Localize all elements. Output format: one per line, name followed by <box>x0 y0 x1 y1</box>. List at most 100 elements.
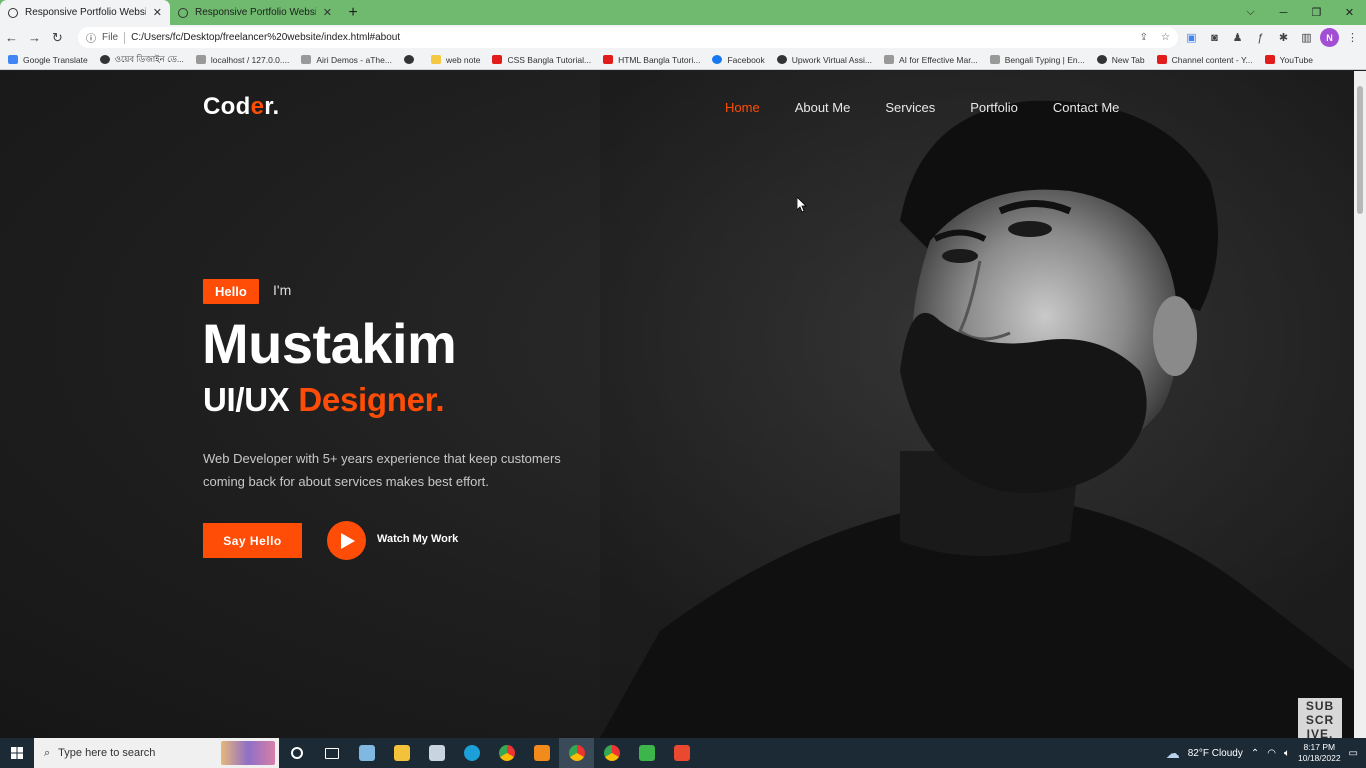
edge-browser-icon[interactable] <box>454 738 489 768</box>
chevron-up-icon[interactable]: ⌃ <box>1251 748 1259 759</box>
weather-text[interactable]: 82°F Cloudy <box>1188 748 1243 759</box>
bookmark-label: HTML Bangla Tutori... <box>618 54 701 65</box>
nav-contact[interactable]: Contact Me <box>1053 100 1119 115</box>
extensions-icon[interactable]: ✱ <box>1274 28 1293 47</box>
camera-extension-icon[interactable]: ◙ <box>1205 28 1224 47</box>
bookmark-label: Channel content - Y... <box>1171 54 1253 65</box>
volume-icon[interactable]: 🔈︎ <box>1284 748 1290 759</box>
bookmark-item[interactable]: Channel content - Y... <box>1156 54 1253 65</box>
k-icon <box>883 55 894 64</box>
close-icon[interactable]: ✕ <box>323 6 332 19</box>
new-tab-button[interactable]: + <box>340 0 366 25</box>
search-icon: ⌕ <box>44 746 51 759</box>
globe-icon <box>1096 55 1107 64</box>
browser-toolbar: ← → ↻ ⓘ File C:/Users/fc/Desktop/freelan… <box>0 25 1366 50</box>
notification-icon[interactable]: ▭ <box>1349 748 1358 759</box>
browser-tab-2[interactable]: Responsive Portfolio Website ✕ <box>170 0 340 25</box>
window-controls: ⌵ ─ ❐ ✕ <box>1234 0 1366 25</box>
page-scrollbar[interactable] <box>1354 71 1366 738</box>
restore-button[interactable]: ❐ <box>1300 0 1333 25</box>
bookmark-item[interactable]: Facebook <box>712 54 765 65</box>
photos-app-icon[interactable] <box>419 738 454 768</box>
close-window-button[interactable]: ✕ <box>1333 0 1366 25</box>
youtube-icon <box>1264 55 1275 64</box>
windows-taskbar: ⌕ Type here to search ☁ 82°F Cloudy ⌃ ◠ … <box>0 738 1366 768</box>
side-panel-icon[interactable]: ▥ <box>1297 28 1316 47</box>
globe-icon <box>776 55 787 64</box>
bookmark-item[interactable]: ওয়েব ডিজাইন ডে... <box>99 53 184 67</box>
translate-extension-icon[interactable]: ▣ <box>1182 28 1201 47</box>
bookmark-item[interactable]: New Tab <box>1096 55 1145 65</box>
hero-name: Mustakim <box>202 312 457 375</box>
bookmark-item[interactable]: Google Translate <box>8 55 88 65</box>
bookmark-item[interactable]: localhost / 127.0.0.... <box>195 55 289 65</box>
subscribe-line: SUB <box>1305 699 1335 713</box>
file-explorer-icon[interactable] <box>384 738 419 768</box>
minimize-button[interactable]: ─ <box>1267 0 1300 25</box>
bookmark-label: web note <box>445 54 481 65</box>
address-bar[interactable]: ⓘ File C:/Users/fc/Desktop/freelancer%20… <box>78 27 1178 48</box>
chrome-browser-icon[interactable] <box>489 738 524 768</box>
nav-about[interactable]: About Me <box>795 100 851 115</box>
clock-time: 8:17 PM <box>1303 742 1336 752</box>
share-icon[interactable]: ⇪ <box>1140 32 1148 43</box>
star-icon[interactable]: ☆ <box>1161 32 1170 43</box>
user-extension-icon[interactable]: ♟ <box>1228 28 1247 47</box>
back-button[interactable]: ← <box>0 25 23 50</box>
profile-avatar[interactable]: N <box>1320 28 1339 47</box>
site-logo[interactable]: Coder. <box>203 93 280 121</box>
bookmark-item[interactable]: Airi Demos - aThe... <box>301 55 392 65</box>
bookmark-label: AI for Effective Mar... <box>898 54 978 65</box>
nav-services[interactable]: Services <box>885 100 935 115</box>
toolbar-actions: ▣ ◙ ♟ ƒ ✱ ▥ N ⋮ <box>1182 25 1362 50</box>
info-icon[interactable]: ⓘ <box>86 30 96 45</box>
camtasia-red-icon[interactable] <box>664 738 699 768</box>
bookmark-icon <box>301 55 312 64</box>
tab-search-icon[interactable]: ⌵ <box>1234 0 1267 25</box>
nav-portfolio[interactable]: Portfolio <box>970 100 1018 115</box>
bookmark-item[interactable]: web note <box>430 54 481 65</box>
bookmark-item[interactable]: YouTube <box>1264 55 1313 65</box>
wifi-icon[interactable]: ◠ <box>1267 748 1276 759</box>
say-hello-button[interactable]: Say Hello <box>203 523 302 558</box>
watch-work-link[interactable]: Watch My Work <box>377 533 458 545</box>
bookmark-label: CSS Bangla Tutorial... <box>507 54 592 65</box>
bookmark-item[interactable]: Bengali Typing | En... <box>989 55 1085 65</box>
font-extension-icon[interactable]: ƒ <box>1251 28 1270 47</box>
intro-text: I'm <box>273 282 292 298</box>
task-view-icon[interactable] <box>314 738 349 768</box>
nav-home[interactable]: Home <box>725 100 760 115</box>
hero-role: UI/UX Designer. <box>203 381 445 419</box>
url-text[interactable]: C:/Users/fc/Desktop/freelancer%20website… <box>131 32 400 43</box>
cortana-icon[interactable] <box>279 738 314 768</box>
bookmark-item[interactable] <box>403 55 419 64</box>
browser-tab-1[interactable]: Responsive Portfolio Website ✕ <box>0 0 170 25</box>
chrome-profile-icon[interactable] <box>559 738 594 768</box>
clock-date: 10/18/2022 <box>1298 753 1341 763</box>
bookmark-label: Facebook <box>727 54 765 65</box>
translate-icon <box>8 55 18 64</box>
bookmark-item[interactable]: HTML Bangla Tutori... <box>603 55 700 65</box>
start-button[interactable] <box>0 738 34 768</box>
chrome-profile-2-icon[interactable] <box>594 738 629 768</box>
taskbar-search[interactable]: ⌕ Type here to search <box>34 738 279 768</box>
notepad-app-icon[interactable] <box>349 738 384 768</box>
menu-icon[interactable]: ⋮ <box>1343 28 1362 47</box>
sublime-text-icon[interactable] <box>524 738 559 768</box>
bookmark-item[interactable]: Upwork Virtual Assi... <box>776 55 872 65</box>
bookmark-item[interactable]: AI for Effective Mar... <box>883 54 978 65</box>
forward-button[interactable]: → <box>23 25 46 50</box>
bookmarks-bar: Google Translate ওয়েব ডিজাইন ডে... localh… <box>0 50 1366 70</box>
folder-icon <box>430 55 441 64</box>
globe-icon <box>99 55 110 64</box>
scheme-label: File <box>102 32 119 43</box>
play-button[interactable] <box>327 521 366 560</box>
scrollbar-thumb[interactable] <box>1357 86 1363 214</box>
database-icon <box>195 55 206 64</box>
youtube-icon <box>603 55 614 64</box>
clock[interactable]: 8:17 PM 10/18/2022 <box>1298 742 1341 764</box>
camtasia-green-icon[interactable] <box>629 738 664 768</box>
close-icon[interactable]: ✕ <box>153 6 162 19</box>
reload-button[interactable]: ↻ <box>46 25 69 50</box>
bookmark-item[interactable]: CSS Bangla Tutorial... <box>492 55 591 65</box>
